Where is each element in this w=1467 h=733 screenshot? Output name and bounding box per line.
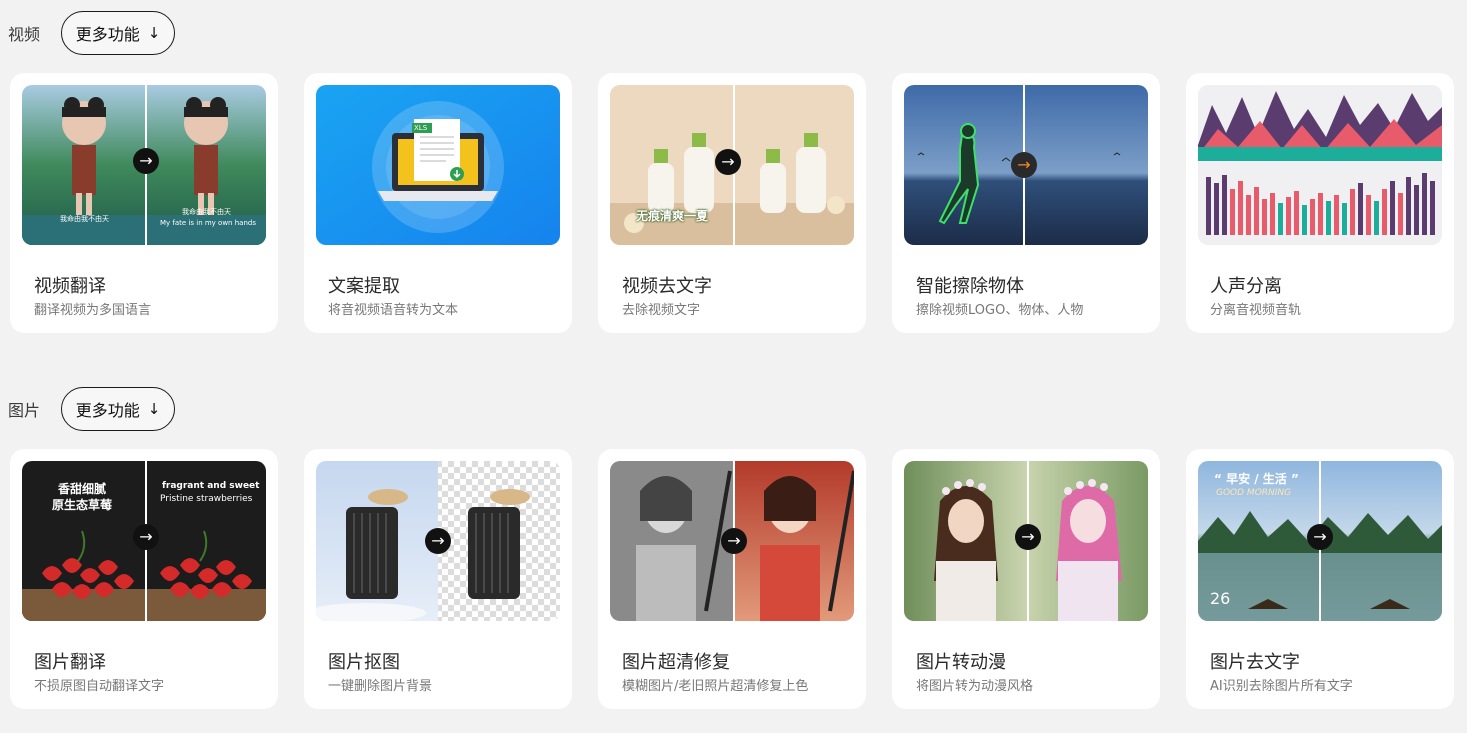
- caption-cn-1: 香甜细腻: [58, 482, 107, 496]
- subtitle-text: My fate is in my own hands: [160, 219, 256, 227]
- thumb-vocal-separation: [1198, 85, 1442, 245]
- section-title: 视频: [8, 25, 41, 44]
- arrow-right-icon: →: [1011, 152, 1037, 178]
- image-card-row: 香甜细腻 原生态草莓 fragrant and sweet Pristine s…: [10, 449, 1467, 709]
- card-title: 智能擦除物体: [916, 276, 1024, 297]
- image-section-header: 图片 更多功能 ↓: [8, 387, 175, 431]
- caption-en-2: Pristine strawberries: [160, 494, 253, 504]
- caption-text: 无痕清爽一夏: [636, 209, 709, 223]
- card-title: 图片抠图: [328, 652, 400, 673]
- card-text-extract[interactable]: XLS 文案提取 将音视频语音转为文本: [304, 73, 572, 333]
- card-desc: 一键删除图片背景: [328, 679, 433, 694]
- card-desc: AI识别去除图片所有文字: [1210, 679, 1353, 694]
- card-smart-erase[interactable]: → 智能擦除物体 擦除视频LOGO、物体、人物: [892, 73, 1160, 333]
- card-desc: 不损原图自动翻译文字: [34, 679, 165, 694]
- thumb-text-extract: [316, 85, 560, 245]
- overlay-date: 26: [1210, 589, 1231, 608]
- thumbnail: 我命由我不由天 我命由我不由天 My fate is in my own han…: [22, 85, 266, 245]
- card-title: 图片去文字: [1210, 652, 1300, 673]
- arrow-right-icon: →: [1307, 524, 1333, 550]
- more-features-button[interactable]: 更多功能 ↓: [61, 11, 175, 55]
- subtitle-text: 我命由我不由天: [182, 208, 231, 216]
- card-image-remove-text[interactable]: “ 早安 / 生活 ” GOOD MORNING 26 → 图片去文字 AI识别…: [1186, 449, 1454, 709]
- more-features-label: 更多功能: [75, 25, 140, 44]
- arrow-down-icon: ↓: [147, 400, 161, 418]
- thumbnail: 香甜细腻 原生态草莓 fragrant and sweet Pristine s…: [22, 461, 266, 621]
- thumbnail: →: [610, 461, 854, 621]
- thumbnail: →: [904, 85, 1148, 245]
- more-features-label: 更多功能: [75, 401, 140, 420]
- video-card-row: 我命由我不由天 我命由我不由天 My fate is in my own han…: [10, 73, 1467, 333]
- card-title: 文案提取: [328, 276, 400, 297]
- card-image-anime[interactable]: → 图片转动漫 将图片转为动漫风格: [892, 449, 1160, 709]
- caption-cn-2: 原生态草莓: [52, 498, 113, 512]
- card-vocal-separation[interactable]: 人声分离 分离音视频音轨: [1186, 73, 1454, 333]
- thumbnail: →: [904, 461, 1148, 621]
- card-image-cutout[interactable]: → 图片抠图 一键删除图片背景: [304, 449, 572, 709]
- caption-en-1: fragrant and sweet: [162, 481, 260, 491]
- arrow-right-icon: →: [133, 524, 159, 550]
- thumbnail: “ 早安 / 生活 ” GOOD MORNING 26 →: [1198, 461, 1442, 621]
- overlay-subtitle: GOOD MORNING: [1216, 488, 1292, 498]
- card-title: 视频去文字: [622, 276, 712, 297]
- thumbnail: 无痕清爽一夏 →: [610, 85, 854, 245]
- video-section-header: 视频 更多功能 ↓: [8, 11, 175, 55]
- overlay-title: “ 早安 / 生活 ”: [1214, 472, 1299, 486]
- card-desc: 翻译视频为多国语言: [34, 303, 152, 318]
- subtitle-text: 我命由我不由天: [60, 215, 109, 223]
- card-image-translate[interactable]: 香甜细腻 原生态草莓 fragrant and sweet Pristine s…: [10, 449, 278, 709]
- card-title: 图片翻译: [34, 652, 106, 673]
- section-title: 图片: [8, 401, 41, 420]
- arrow-right-icon: →: [715, 149, 741, 175]
- card-desc: 去除视频文字: [622, 303, 701, 318]
- thumbnail: [1198, 85, 1442, 245]
- card-title: 图片转动漫: [916, 652, 1006, 673]
- card-desc: 将图片转为动漫风格: [916, 679, 1034, 694]
- more-features-button[interactable]: 更多功能 ↓: [61, 387, 175, 431]
- arrow-right-icon: →: [1015, 524, 1041, 550]
- card-video-translate[interactable]: 我命由我不由天 我命由我不由天 My fate is in my own han…: [10, 73, 278, 333]
- card-video-remove-text[interactable]: 无痕清爽一夏 → 视频去文字 去除视频文字: [598, 73, 866, 333]
- card-title: 图片超清修复: [622, 652, 730, 673]
- card-desc: 擦除视频LOGO、物体、人物: [916, 303, 1084, 318]
- card-desc: 将音视频语音转为文本: [328, 303, 459, 318]
- card-desc: 分离音视频音轨: [1210, 303, 1302, 318]
- card-image-restore[interactable]: → 图片超清修复 模糊图片/老旧照片超清修复上色: [598, 449, 866, 709]
- thumbnail: →: [316, 461, 560, 621]
- arrow-right-icon: →: [133, 148, 159, 174]
- arrow-right-icon: →: [721, 528, 747, 554]
- xls-badge: XLS: [414, 124, 428, 132]
- card-title: 视频翻译: [34, 276, 106, 297]
- thumbnail: XLS: [316, 85, 560, 245]
- card-desc: 模糊图片/老旧照片超清修复上色: [622, 679, 809, 694]
- arrow-down-icon: ↓: [147, 24, 161, 42]
- arrow-right-icon: →: [425, 528, 451, 554]
- card-title: 人声分离: [1210, 276, 1282, 297]
